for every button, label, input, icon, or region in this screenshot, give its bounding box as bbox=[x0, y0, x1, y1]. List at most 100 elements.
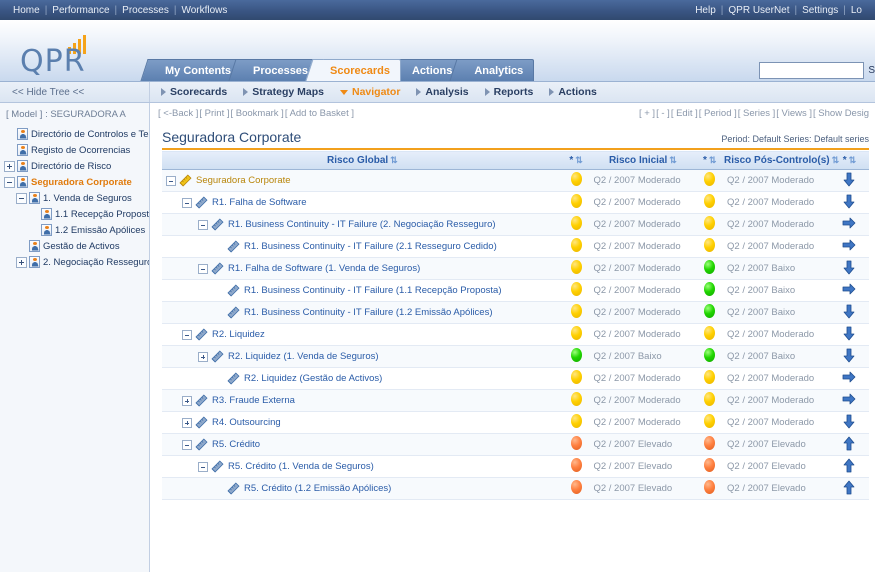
tree-expand-icon[interactable] bbox=[16, 256, 27, 268]
table-row[interactable]: R2. Liquidez (1. Venda de Seguros) Q2 / 2… bbox=[162, 345, 869, 368]
row-collapse-icon[interactable] bbox=[182, 439, 192, 450]
row-collapse-icon[interactable] bbox=[182, 329, 192, 340]
sort-arrows-icon[interactable]: ⇅ bbox=[709, 155, 717, 165]
measure-name-label[interactable]: R5. Crédito (1. Venda de Seguros) bbox=[228, 461, 374, 472]
tab-analytics[interactable]: Analytics bbox=[459, 59, 535, 81]
sort-arrows-icon[interactable]: ⇅ bbox=[575, 155, 583, 165]
topnav-link-performance[interactable]: Performance bbox=[47, 5, 114, 16]
measure-name-wrapper: R5. Crédito bbox=[166, 438, 562, 451]
toolbar-link-right-3[interactable]: [ Period ] bbox=[699, 108, 737, 119]
toolbar-link-left-0[interactable]: [ <-Back ] bbox=[158, 108, 198, 119]
tree-collapse-icon[interactable] bbox=[16, 192, 27, 204]
subnav-analysis[interactable]: Analysis bbox=[409, 86, 475, 98]
table-row[interactable]: R5. Crédito Q2 / 2007 Elevado Q2 / 2007 El… bbox=[162, 433, 869, 456]
toolbar-link-right-6[interactable]: [ Show Desig bbox=[813, 108, 869, 119]
table-row[interactable]: R5. Crédito (1. Venda de Seguros) Q2 / 20… bbox=[162, 455, 869, 478]
row-collapse-icon[interactable] bbox=[182, 197, 192, 208]
search-input[interactable] bbox=[759, 62, 865, 79]
column-header-4[interactable]: Risco Pós-Controlo(s) ⇅ bbox=[723, 150, 839, 170]
column-header-2[interactable]: Risco Inicial ⇅ bbox=[589, 150, 697, 170]
cell-initial-value: Q2 / 2007 Baixo bbox=[723, 279, 830, 302]
topnav-link-home[interactable]: Home bbox=[8, 5, 45, 16]
subnav-scorecards[interactable]: Scorecards bbox=[154, 86, 234, 98]
tree-item-2[interactable]: Directório de Risco bbox=[0, 158, 149, 174]
tree-item-7[interactable]: Gestão de Activos bbox=[0, 238, 149, 254]
measure-name-label[interactable]: R2. Liquidez bbox=[212, 329, 265, 340]
column-header-0[interactable]: Risco Global ⇅ bbox=[162, 150, 563, 170]
row-expand-icon[interactable] bbox=[182, 395, 192, 406]
topnav-link-processes[interactable]: Processes bbox=[117, 5, 174, 16]
tree-item-5[interactable]: 1.1 Recepção Proposta bbox=[0, 206, 149, 222]
hide-tree-toggle[interactable]: << Hide Tree << bbox=[0, 82, 150, 102]
tree-item-8[interactable]: 2. Negociação Resseguro bbox=[0, 254, 149, 270]
measure-name-label[interactable]: R1. Falha de Software bbox=[212, 197, 307, 208]
topnav-link-qpr-usernet[interactable]: QPR UserNet bbox=[723, 5, 794, 16]
table-row[interactable]: R1. Business Continuity - IT Failure (1.… bbox=[162, 279, 869, 302]
toolbar-link-right-1[interactable]: [ - ] bbox=[656, 108, 670, 119]
measure-name-label[interactable]: R3. Fraude Externa bbox=[212, 395, 295, 406]
subnav-navigator[interactable]: Navigator bbox=[333, 86, 407, 98]
table-row[interactable]: R3. Fraude Externa Q2 / 2007 Moderado Q2 /… bbox=[162, 389, 869, 412]
measure-name-label[interactable]: R4. Outsourcing bbox=[212, 417, 281, 428]
measure-name-label[interactable]: R2. Liquidez (Gestão de Activos) bbox=[244, 373, 382, 384]
tree-item-6[interactable]: 1.2 Emissão Apólices bbox=[0, 222, 149, 238]
toolbar-link-right-4[interactable]: [ Series ] bbox=[738, 108, 776, 119]
tree-collapse-icon[interactable] bbox=[4, 176, 15, 188]
tree-item-1[interactable]: Registo de Ocorrencias bbox=[0, 142, 149, 158]
row-expand-icon[interactable] bbox=[182, 417, 192, 428]
tree-item-3[interactable]: Seguradora Corporate bbox=[0, 174, 149, 190]
measure-name-label[interactable]: Seguradora Corporate bbox=[196, 175, 291, 186]
column-header-3[interactable]: * ⇅ bbox=[696, 150, 724, 170]
sort-arrows-icon[interactable]: ⇅ bbox=[832, 155, 840, 165]
toolbar-link-right-2[interactable]: [ Edit ] bbox=[671, 108, 698, 119]
table-row[interactable]: R1. Business Continuity - IT Failure (2.… bbox=[162, 235, 869, 258]
column-header-1[interactable]: * ⇅ bbox=[562, 150, 590, 170]
measure-name-label[interactable]: R2. Liquidez (1. Venda de Seguros) bbox=[228, 351, 379, 362]
table-row[interactable]: R5. Crédito (1.2 Emissão Apólices) Q2 / 2… bbox=[162, 477, 869, 500]
sort-arrows-icon[interactable]: ⇅ bbox=[849, 155, 857, 165]
table-row[interactable]: Seguradora Corporate Q2 / 2007 Moderado Q2… bbox=[162, 169, 869, 192]
topnav-link-help[interactable]: Help bbox=[690, 5, 721, 16]
topnav-link-workflows[interactable]: Workflows bbox=[176, 5, 232, 16]
table-row[interactable]: R1. Falha de Software (1. Venda de Segur… bbox=[162, 257, 869, 280]
subnav-reports[interactable]: Reports bbox=[478, 86, 541, 98]
toolbar-link-right-5[interactable]: [ Views ] bbox=[776, 108, 812, 119]
sort-arrows-icon[interactable]: ⇅ bbox=[669, 155, 677, 165]
row-expand-icon[interactable] bbox=[198, 351, 208, 362]
table-row[interactable]: R1. Falha de Software Q2 / 2007 Moderado Q… bbox=[162, 191, 869, 214]
measure-name-label[interactable]: R5. Crédito bbox=[212, 439, 260, 450]
tree-item-0[interactable]: Directório de Controlos e Testes bbox=[0, 126, 149, 142]
toolbar-link-right-0[interactable]: [ + ] bbox=[639, 108, 655, 119]
tab-scorecards[interactable]: Scorecards bbox=[315, 59, 401, 81]
model-tree-panel[interactable]: [ Model ] : SEGURADORA A Directório de C… bbox=[0, 103, 150, 572]
sort-arrows-icon[interactable]: ⇅ bbox=[390, 155, 398, 165]
tree-expand-icon[interactable] bbox=[4, 160, 15, 172]
content-panel: [ <-Back ] [ Print ] [ Bookmark ] [ Add … bbox=[150, 103, 875, 572]
toolbar-link-left-1[interactable]: [ Print ] bbox=[199, 108, 229, 119]
cell-initial-indicator bbox=[696, 213, 724, 236]
row-collapse-icon[interactable] bbox=[166, 175, 176, 186]
topnav-link-lo[interactable]: Lo bbox=[846, 5, 867, 16]
topnav-link-settings[interactable]: Settings bbox=[797, 5, 843, 16]
measure-name-label[interactable]: R5. Crédito (1.2 Emissão Apólices) bbox=[244, 483, 391, 494]
measure-name-label[interactable]: R1. Business Continuity - IT Failure (2.… bbox=[228, 219, 496, 230]
tree-item-4[interactable]: 1. Venda de Seguros bbox=[0, 190, 149, 206]
table-row[interactable]: R2. Liquidez Q2 / 2007 Moderado Q2 / 2007 … bbox=[162, 323, 869, 346]
table-row[interactable]: R4. Outsourcing Q2 / 2007 Moderado Q2 / 20… bbox=[162, 411, 869, 434]
table-row[interactable]: R1. Business Continuity - IT Failure (2.… bbox=[162, 213, 869, 236]
row-collapse-icon[interactable] bbox=[198, 461, 208, 472]
row-collapse-icon[interactable] bbox=[198, 219, 208, 230]
measure-name-label[interactable]: R1. Business Continuity - IT Failure (1.… bbox=[244, 285, 502, 296]
toolbar-link-left-2[interactable]: [ Bookmark ] bbox=[230, 108, 283, 119]
toolbar-link-left-3[interactable]: [ Add to Basket ] bbox=[285, 108, 354, 119]
table-row[interactable]: R2. Liquidez (Gestão de Activos) Q2 / 200… bbox=[162, 367, 869, 390]
measure-icon bbox=[227, 306, 240, 319]
measure-name-label[interactable]: R1. Business Continuity - IT Failure (2.… bbox=[244, 241, 497, 252]
subnav-strategy-maps[interactable]: Strategy Maps bbox=[236, 86, 331, 98]
table-row[interactable]: R1. Business Continuity - IT Failure (1.… bbox=[162, 301, 869, 324]
measure-name-label[interactable]: R1. Falha de Software (1. Venda de Segur… bbox=[228, 263, 420, 274]
search-button[interactable]: S bbox=[868, 65, 875, 76]
subnav-actions[interactable]: Actions bbox=[542, 86, 604, 98]
measure-name-label[interactable]: R1. Business Continuity - IT Failure (1.… bbox=[244, 307, 493, 318]
row-collapse-icon[interactable] bbox=[198, 263, 208, 274]
